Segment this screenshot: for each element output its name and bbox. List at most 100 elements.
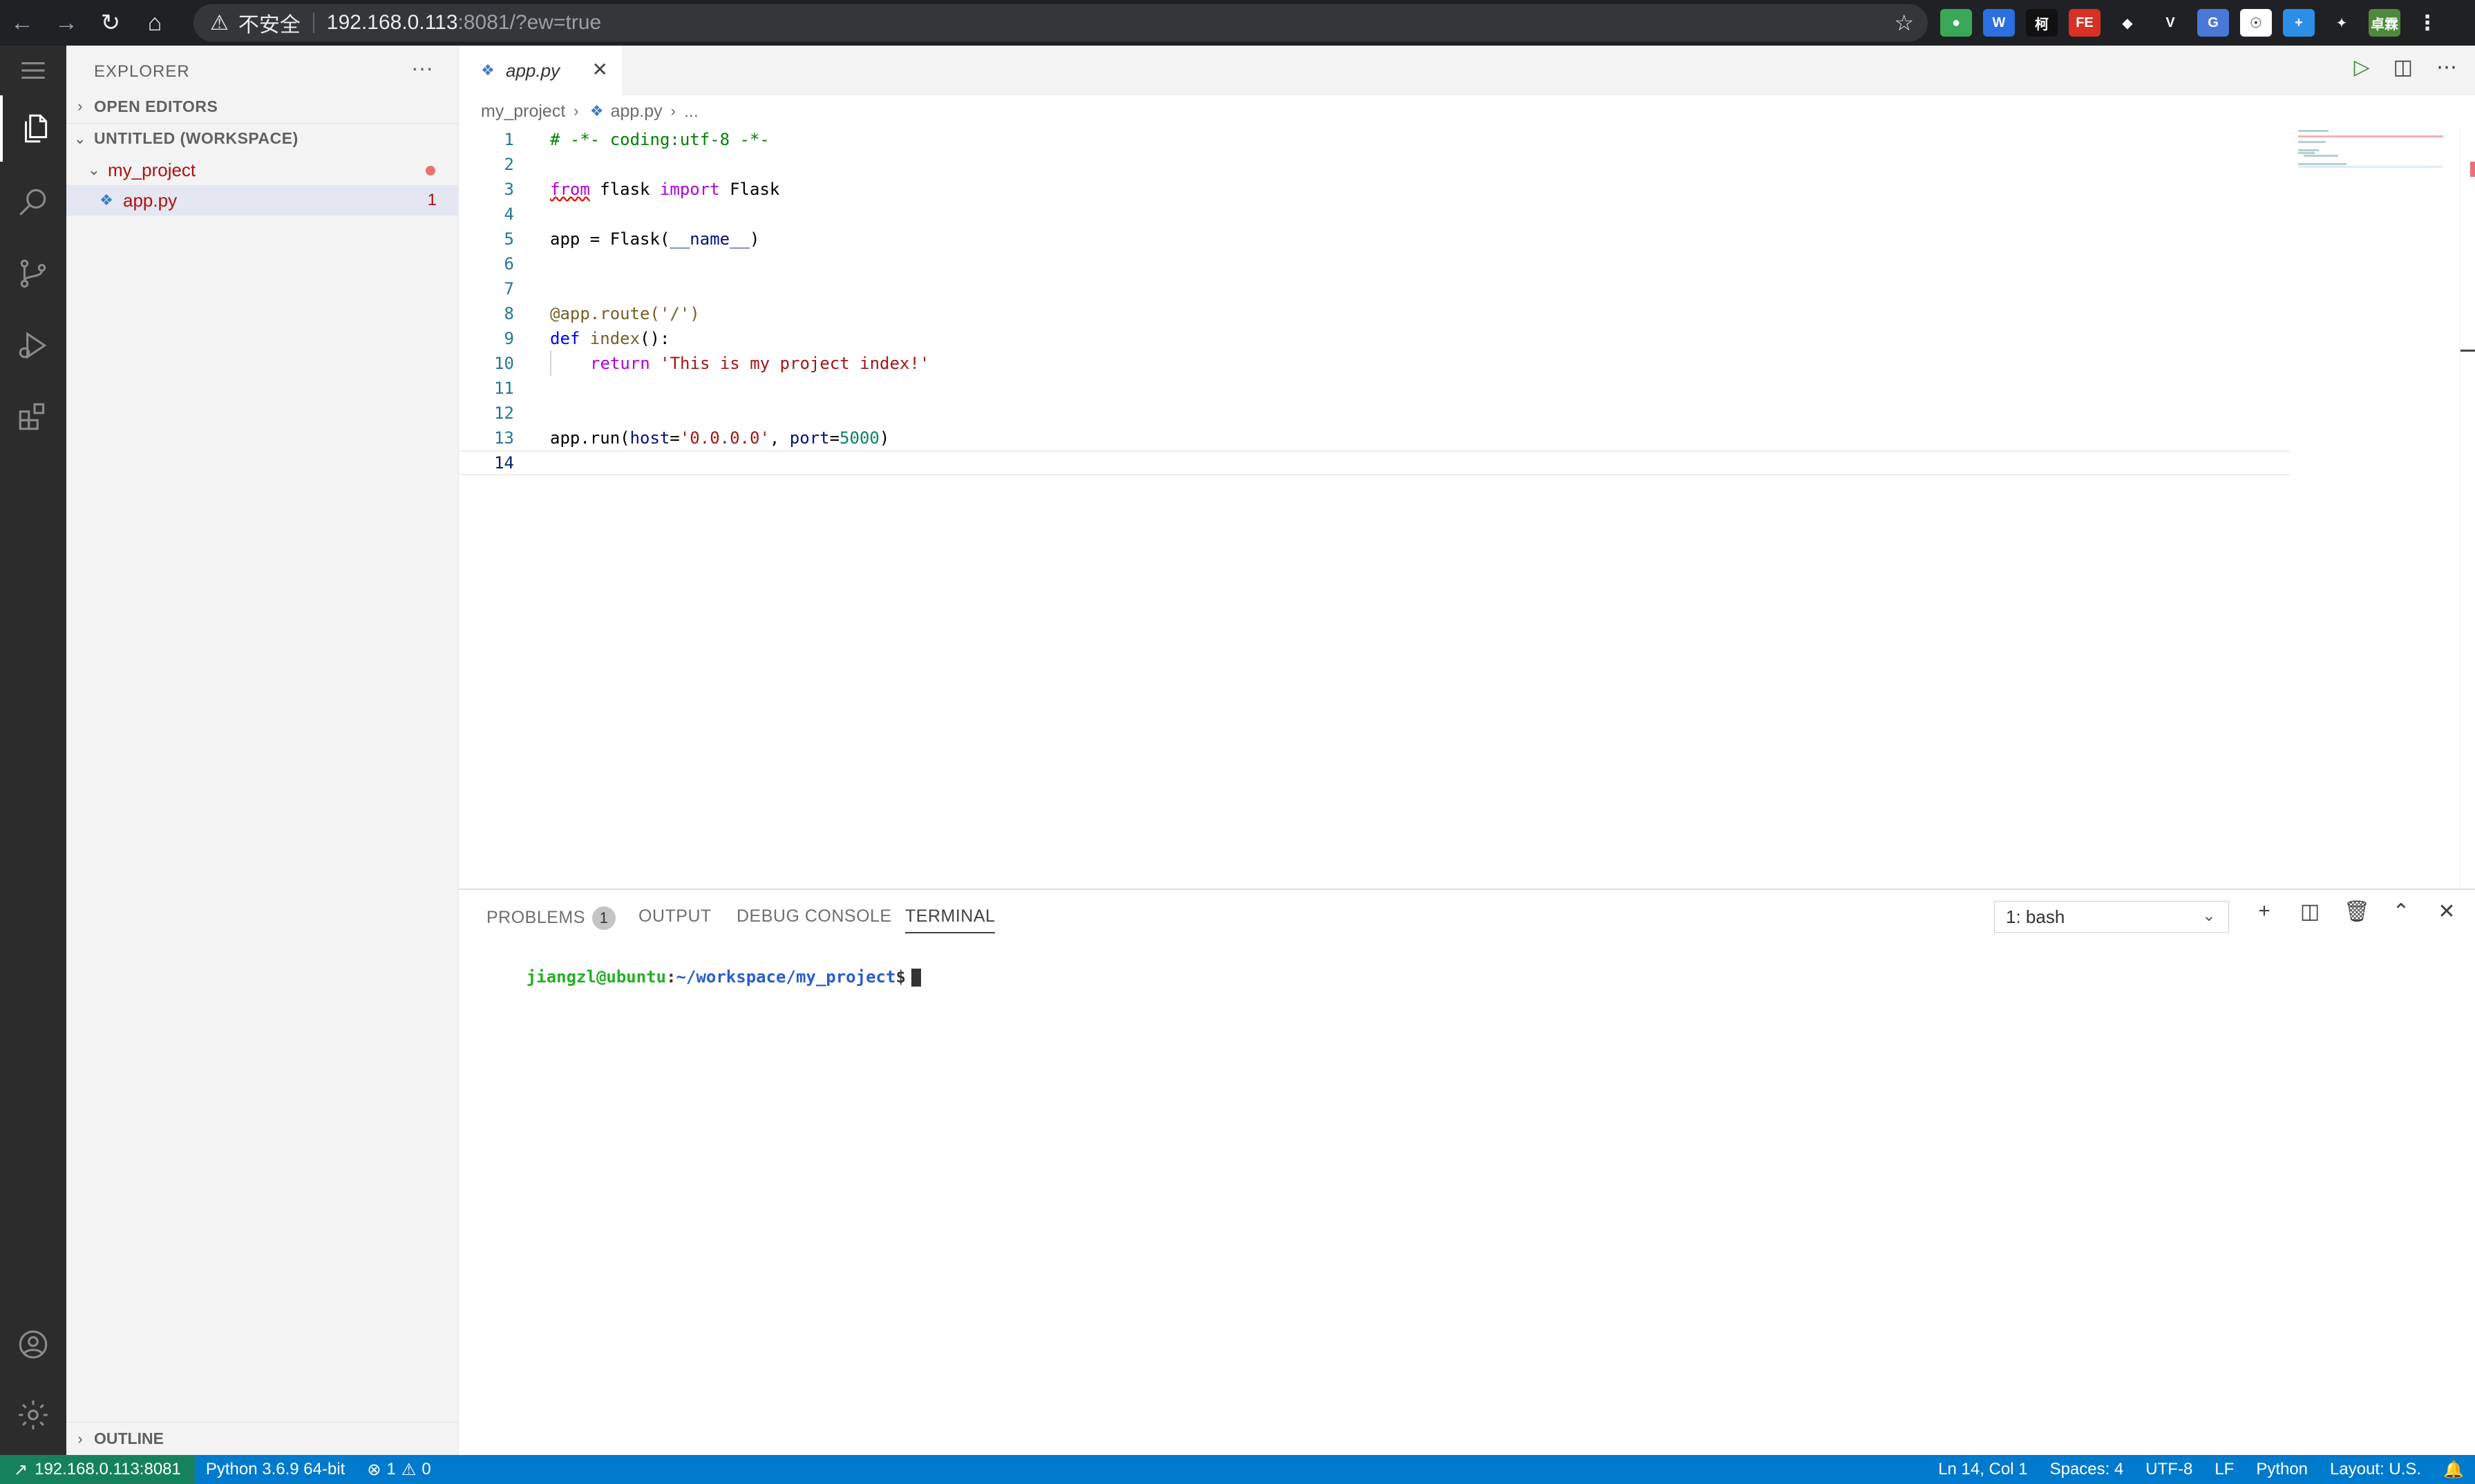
indentation[interactable]: Spaces: 4: [2039, 1460, 2135, 1479]
keyboard-layout[interactable]: Layout: U.S.: [2319, 1460, 2432, 1479]
account-icon[interactable]: [0, 1311, 66, 1378]
address-bar[interactable]: ⚠ 不安全 192.168.0.113 :8081/?ew=true ☆: [193, 4, 1928, 41]
split-editor-icon[interactable]: ◫: [2393, 55, 2413, 79]
split-terminal-icon[interactable]: ◫: [2298, 900, 2322, 924]
plus-extension-icon[interactable]: +: [2283, 9, 2315, 37]
evernote-icon[interactable]: ●: [1940, 9, 1972, 37]
folder-label: my_project: [108, 159, 196, 180]
close-icon[interactable]: ✕: [592, 58, 608, 81]
indent-guide: [550, 351, 551, 376]
code-text: def index():: [550, 329, 670, 348]
tab-terminal[interactable]: TERMINAL: [905, 906, 996, 933]
terminal-prompt[interactable]: jiangzl@ubuntu:~/workspace/my_project$: [486, 948, 921, 1006]
explorer-sidebar: EXPLORER ··· › OPEN EDITORS ⌄ UNTITLED (…: [66, 46, 459, 1455]
notifications-bell-icon[interactable]: 🔔: [2432, 1460, 2475, 1480]
forward-arrow-icon[interactable]: →: [44, 0, 88, 46]
end-of-line[interactable]: LF: [2203, 1460, 2245, 1479]
back-arrow-icon[interactable]: ←: [0, 0, 44, 46]
problems-count-badge: 1: [591, 906, 616, 930]
translate-icon[interactable]: G: [2197, 9, 2229, 37]
problems-summary[interactable]: ⊗ 1 ⚠ 0: [356, 1460, 442, 1480]
open-editors-section[interactable]: › OPEN EDITORS: [66, 91, 459, 122]
home-icon[interactable]: ⌂: [133, 0, 177, 46]
wappalyzer-icon[interactable]: ☉: [2240, 9, 2272, 37]
chevron-right-icon: ›: [573, 102, 579, 120]
search-icon[interactable]: [0, 169, 66, 235]
chevron-down-icon: ⌄: [2201, 906, 2216, 925]
language-mode[interactable]: Python: [2245, 1460, 2319, 1479]
code-editor[interactable]: 1 # -*- coding:utf-8 -*- 2 3 from flask …: [459, 127, 2460, 888]
run-file-icon[interactable]: ▷: [2354, 55, 2370, 79]
explorer-files-icon[interactable]: [0, 95, 66, 162]
settings-gear-icon[interactable]: [0, 1382, 66, 1448]
menu-icon[interactable]: [0, 46, 66, 95]
code-line: 13 app.run(host='0.0.0.0', port=5000): [459, 426, 2290, 450]
code-line: 10 return 'This is my project index!': [459, 351, 2290, 376]
tab-app-py[interactable]: ❖ app.py ✕: [459, 46, 622, 95]
run-debug-icon[interactable]: [0, 312, 66, 379]
trash-icon[interactable]: 🗑: [2344, 900, 2370, 924]
reload-icon[interactable]: ↻: [88, 0, 133, 46]
minimap[interactable]: [2294, 127, 2460, 182]
extensions-icon[interactable]: [0, 384, 66, 450]
editor-scrollbar[interactable]: [2460, 127, 2475, 888]
breadcrumb-symbol[interactable]: ...: [684, 102, 699, 122]
maximize-panel-icon[interactable]: ⌃: [2389, 900, 2413, 924]
new-terminal-icon[interactable]: +: [2253, 900, 2276, 924]
fe-helper-icon[interactable]: FE: [2069, 9, 2101, 37]
code-line: 6: [459, 251, 2290, 276]
editor-tab-bar: ❖ app.py ✕ ▷ ◫ ⋯: [459, 46, 2475, 95]
folder-my-project[interactable]: ⌄ my_project: [66, 155, 459, 185]
omnibox-divider: [312, 12, 314, 33]
tab-output[interactable]: OUTPUT: [638, 906, 712, 926]
tab-debug-console[interactable]: DEBUG CONSOLE: [737, 906, 892, 926]
line-number: 9: [504, 329, 514, 348]
file-label: app.py: [123, 189, 178, 211]
security-label: 不安全: [238, 14, 301, 37]
file-app-py[interactable]: ❖ app.py 1: [66, 185, 459, 216]
breadcrumb: my_project › ❖ app.py › ...: [459, 95, 2475, 127]
dict-extension-icon[interactable]: 柯: [2026, 9, 2058, 37]
remote-indicator[interactable]: ↗ 192.168.0.113:8081: [0, 1455, 195, 1484]
url-path: :8081/?ew=true: [457, 11, 602, 34]
panel-actions: + ◫ 🗑 ⌃ ✕: [2253, 900, 2458, 924]
close-panel-icon[interactable]: ✕: [2435, 900, 2458, 924]
open-editors-label: OPEN EDITORS: [94, 97, 218, 115]
sidebar-title: EXPLORER: [94, 62, 190, 81]
line-number: 5: [504, 229, 514, 249]
breadcrumb-file[interactable]: app.py: [611, 102, 663, 122]
chevron-down-icon: ⌄: [73, 129, 87, 147]
gem-extension-icon[interactable]: ◆: [2112, 9, 2143, 37]
line-number: 13: [494, 428, 514, 448]
browser-menu-icon[interactable]: ⋮: [2411, 9, 2443, 37]
file-problems-count: 1: [427, 191, 437, 209]
bookmark-star-icon[interactable]: ☆: [1894, 10, 1914, 36]
terminal-select[interactable]: 1: bash ⌄: [1994, 901, 2229, 933]
more-actions-icon[interactable]: ···: [411, 55, 433, 81]
source-control-icon[interactable]: [0, 240, 66, 307]
breadcrumb-folder[interactable]: my_project: [481, 102, 565, 122]
word-extension-icon[interactable]: W: [1983, 9, 2015, 37]
workspace-label: UNTITLED (WORKSPACE): [94, 129, 298, 147]
profile-avatar[interactable]: 卓霖: [2369, 9, 2400, 37]
activity-bar: [0, 46, 66, 1455]
outline-label: OUTLINE: [94, 1429, 164, 1447]
line-number: 1: [504, 130, 514, 149]
status-bar: ↗ 192.168.0.113:8081 Python 3.6.9 64-bit…: [0, 1455, 2475, 1484]
vue-devtools-icon[interactable]: V: [2154, 9, 2186, 37]
chevron-right-icon: ›: [77, 1429, 83, 1447]
code-line: 4: [459, 202, 2290, 227]
bottom-panel: PROBLEMS 1 OUTPUT DEBUG CONSOLE TERMINAL …: [459, 888, 2475, 1455]
line-number: 2: [504, 155, 514, 174]
outline-section[interactable]: › OUTLINE: [66, 1422, 459, 1455]
line-number: 3: [504, 180, 514, 199]
puzzle-extensions-icon[interactable]: ✦: [2326, 9, 2358, 37]
more-actions-icon[interactable]: ⋯: [2436, 55, 2457, 79]
python-interpreter[interactable]: Python 3.6.9 64-bit: [195, 1460, 356, 1479]
file-encoding[interactable]: UTF-8: [2134, 1460, 2203, 1479]
code-text: return 'This is my project index!': [590, 354, 930, 373]
line-number: 14: [494, 453, 514, 473]
cursor-position[interactable]: Ln 14, Col 1: [1927, 1460, 2038, 1479]
tab-problems[interactable]: PROBLEMS 1: [486, 906, 616, 930]
workspace-section[interactable]: ⌄ UNTITLED (WORKSPACE): [66, 123, 459, 153]
